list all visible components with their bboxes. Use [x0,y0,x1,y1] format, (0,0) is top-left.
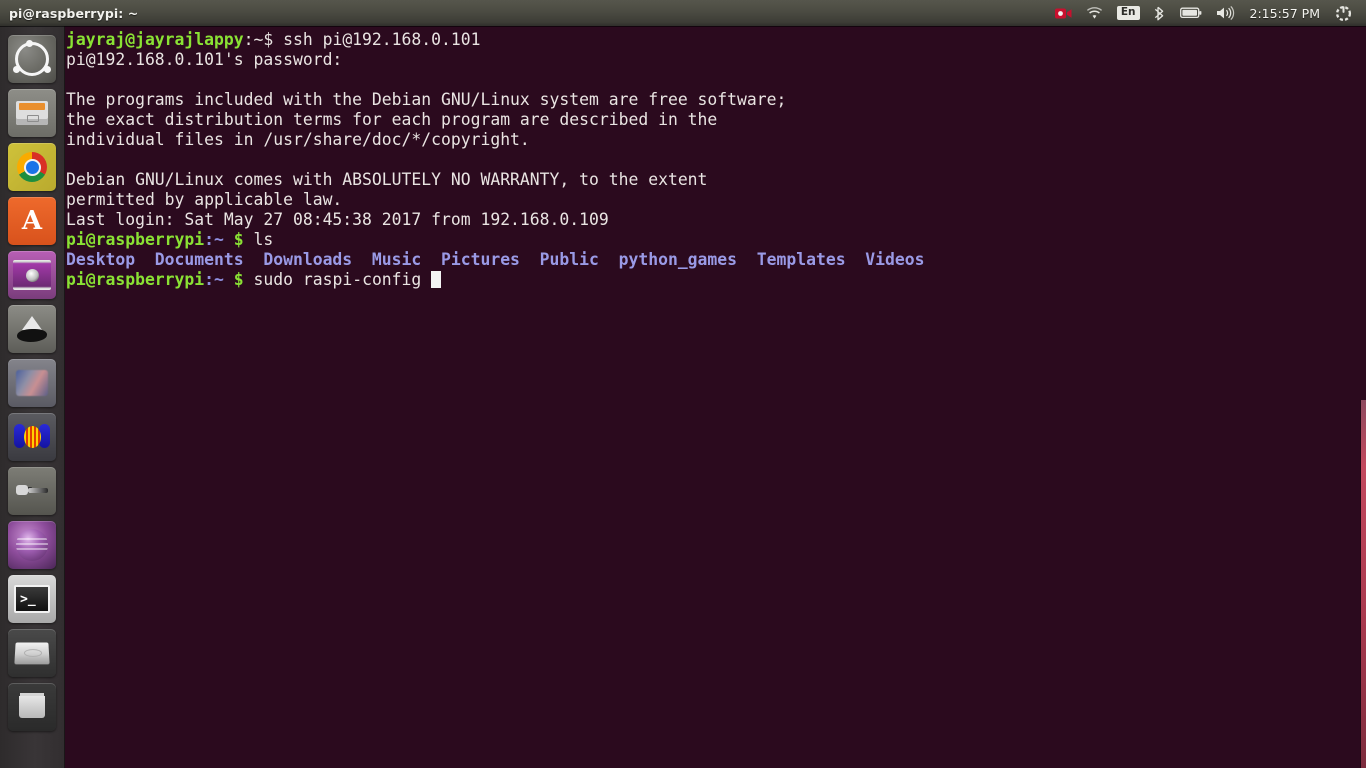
line-password-prompt: pi@192.168.0.101's password: [66,50,1366,70]
line-raspi-config: pi@raspberrypi:~ $ sudo raspi-config [66,270,1366,290]
wifi-icon[interactable] [1079,0,1110,26]
panel-clock[interactable]: 2:15:57 PM [1242,6,1328,21]
keyboard-layout-icon[interactable]: En [1110,0,1147,26]
terminal-text-segment: Last login: Sat May 27 08:45:38 2017 fro… [66,210,609,229]
line-ls-command: pi@raspberrypi:~ $ ls [66,230,1366,250]
launcher-item-system-tool[interactable] [8,467,56,515]
bluetooth-icon[interactable] [1147,0,1173,26]
line-ssh-command: jayraj@jayrajlappy:~$ ssh pi@192.168.0.1… [66,30,1366,50]
system-tool-icon [16,481,48,501]
terminal-output[interactable]: jayraj@jayrajlappy:~$ ssh pi@192.168.0.1… [64,26,1366,290]
launcher-item-inkscape[interactable] [8,305,56,353]
launcher-item-amarok[interactable] [8,521,56,569]
terminal-window[interactable]: jayraj@jayrajlappy:~$ ssh pi@192.168.0.1… [64,26,1366,768]
terminal-text-segment: pi@raspberrypi [66,270,205,289]
terminal-text-segment: pi@192.168.0.101's password: [66,50,353,69]
chrome-icon [17,152,47,182]
terminal-text-segment: the exact distribution terms for each pr… [66,110,718,129]
launcher-item-ubuntu-dash[interactable] [8,35,56,83]
window-title: pi@raspberrypi: ~ [9,5,139,21]
terminal-text-segment: Desktop Documents Downloads Music Pictur… [66,250,925,269]
system-tray: En 2:15:57 PM [1048,0,1366,26]
line-blank-1 [66,70,1366,90]
keyboard-layout-label: En [1116,6,1140,20]
terminal-text-segment: :~$ [243,30,284,49]
terminal-icon: >_ [14,585,50,613]
files-icon [16,101,48,125]
disk-drive-icon [14,642,50,665]
terminal-text-segment: pi@raspberrypi [66,230,205,249]
media-player-icon [13,260,51,290]
terminal-text-segment: sudo raspi-config [243,270,432,289]
terminal-scrollbar[interactable] [1360,400,1366,768]
line-warranty-1: Debian GNU/Linux comes with ABSOLUTELY N… [66,170,1366,190]
volume-icon[interactable] [1209,0,1242,26]
launcher-item-media-player[interactable] [8,251,56,299]
line-warranty-2: permitted by applicable law. [66,190,1366,210]
terminal-text-segment: ssh pi@192.168.0.101 [283,30,481,49]
terminal-text-segment: The programs included with the Debian GN… [66,90,787,109]
terminal-text-segment: permitted by applicable law. [66,190,343,209]
line-motd-3: individual files in /usr/share/doc/*/cop… [66,130,1366,150]
ubuntu-dash-icon [13,40,51,76]
terminal-text-segment: Debian GNU/Linux comes with ABSOLUTELY N… [66,170,708,189]
desktop-screen: pi@raspberrypi: ~ En 2:15:57 PM A >_ jay… [0,0,1366,768]
session-power-gear-icon[interactable] [1328,0,1359,26]
terminal-text-segment: individual files in /usr/share/doc/*/cop… [66,130,530,149]
screen-recorder-icon[interactable] [1048,0,1079,26]
line-motd-2: the exact distribution terms for each pr… [66,110,1366,130]
terminal-text-segment: $ [233,230,244,249]
amarok-globe-icon [16,529,48,561]
battery-icon[interactable] [1173,0,1209,26]
inkscape-icon [16,316,48,342]
software-center-icon: A [21,206,43,236]
terminal-text-segment: :~ [204,230,224,249]
launcher-item-terminal[interactable]: >_ [8,575,56,623]
launcher-item-software-center[interactable]: A [8,197,56,245]
launcher-item-chrome[interactable] [8,143,56,191]
launcher-item-devices[interactable] [8,629,56,677]
unity-launcher: A >_ [0,26,65,768]
line-ls-output: Desktop Documents Downloads Music Pictur… [66,250,1366,270]
launcher-item-audacity[interactable] [8,413,56,461]
terminal-cursor [431,271,442,288]
gimp-icon [16,370,48,396]
terminal-text-segment: $ [233,270,244,289]
line-last-login: Last login: Sat May 27 08:45:38 2017 fro… [66,210,1366,230]
top-panel: pi@raspberrypi: ~ En 2:15:57 PM [0,0,1366,26]
terminal-text-segment: :~ [204,270,224,289]
terminal-text-segment: jayraj@jayrajlappy [66,30,244,49]
launcher-item-trash[interactable] [8,683,56,731]
audacity-icon [14,422,50,452]
trash-icon [19,696,45,718]
line-blank-2 [66,150,1366,170]
line-motd-1: The programs included with the Debian GN… [66,90,1366,110]
launcher-item-gimp[interactable] [8,359,56,407]
launcher-item-files[interactable] [8,89,56,137]
terminal-text-segment: ls [243,230,274,249]
